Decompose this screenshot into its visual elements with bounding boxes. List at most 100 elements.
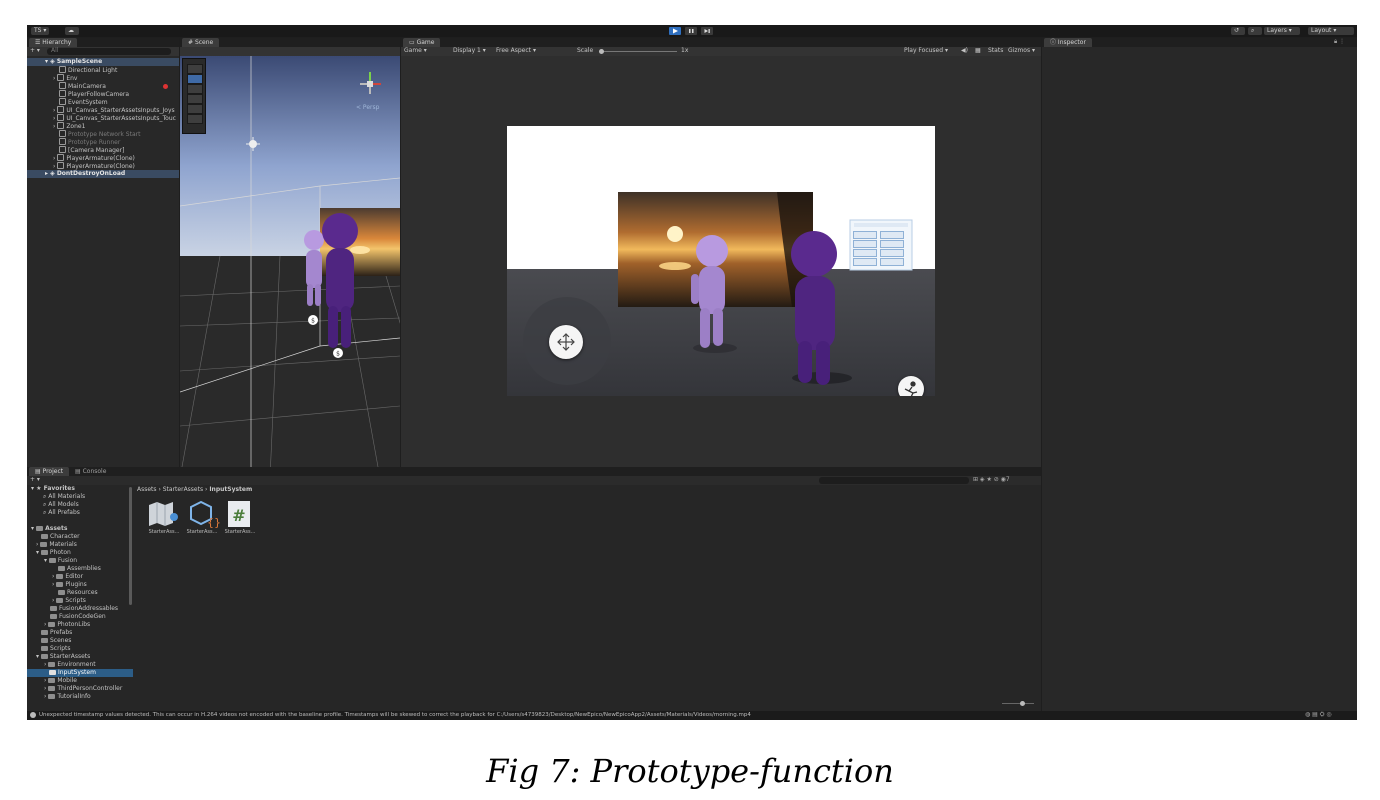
perspective-label[interactable]: < Persp: [356, 104, 379, 112]
add-icon[interactable]: + ▾: [30, 47, 40, 55]
tab-scene[interactable]: # Scene: [182, 38, 220, 47]
hand-tool-icon[interactable]: [187, 64, 203, 74]
folder-item[interactable]: Scripts: [41, 645, 71, 653]
transform-tool-icon[interactable]: [187, 114, 203, 124]
ui-menu-button[interactable]: [853, 249, 877, 257]
breadcrumb-item[interactable]: Assets: [137, 486, 157, 493]
hierarchy-item[interactable]: EventSystem: [27, 98, 179, 106]
step-button[interactable]: [701, 27, 713, 35]
ui-menu-button[interactable]: [880, 249, 904, 257]
dont-destroy-root[interactable]: ▸ ◈ DontDestroyOnLoad: [27, 170, 179, 178]
create-icon[interactable]: + ▾: [30, 476, 40, 484]
favorite-item[interactable]: ⌕ All Models: [43, 501, 79, 509]
folder-item[interactable]: Resources: [58, 589, 98, 597]
play-focused-dropdown[interactable]: Play Focused ▾: [904, 47, 948, 55]
icon-size-slider-thumb[interactable]: [1020, 701, 1025, 706]
folder-item[interactable]: › ThirdPersonController: [44, 685, 122, 693]
favorites-header[interactable]: ▾ ★ Favorites: [31, 485, 75, 493]
scale-slider-thumb[interactable]: [599, 49, 604, 54]
ui-menu-button[interactable]: [880, 258, 904, 266]
tree-scrollbar[interactable]: [129, 487, 132, 605]
hierarchy-item[interactable]: › UI_Canvas_StarterAssetsInputs_Joys: [27, 106, 179, 114]
asset-item[interactable]: StarterAss...: [145, 499, 183, 535]
move-tool-icon[interactable]: [187, 74, 203, 84]
scene-root[interactable]: ▾ ◈ SampleScene: [27, 58, 179, 66]
favorite-item[interactable]: ⌕ All Prefabs: [43, 509, 80, 517]
folder-item[interactable]: › Editor: [52, 573, 83, 581]
folder-item[interactable]: › Scripts: [52, 597, 86, 605]
ui-menu-button[interactable]: [880, 240, 904, 248]
game-viewport[interactable]: [507, 126, 935, 396]
tab-hierarchy[interactable]: ☰ Hierarchy: [29, 38, 78, 47]
hierarchy-item[interactable]: [Camera Manager]: [27, 146, 179, 154]
scale-slider[interactable]: [599, 49, 677, 54]
folder-item-selected[interactable]: InputSystem: [27, 669, 133, 677]
display-dropdown[interactable]: Display 1 ▾: [453, 47, 486, 55]
ui-menu-button[interactable]: [853, 240, 877, 248]
ui-menu-button[interactable]: [853, 231, 877, 239]
folder-item[interactable]: › TutorialInfo: [44, 693, 91, 701]
mute-audio-icon[interactable]: ◀): [961, 47, 968, 55]
move-joystick-button[interactable]: [549, 325, 583, 359]
icon-size-slider[interactable]: [1002, 701, 1034, 706]
layout-dropdown[interactable]: Layout ▾: [1308, 27, 1354, 35]
hierarchy-item[interactable]: › PlayerArmature(Clone): [27, 162, 179, 170]
folder-item[interactable]: Character: [41, 533, 80, 541]
folder-item[interactable]: › Plugins: [52, 581, 87, 589]
folder-item[interactable]: ▾ StarterAssets: [36, 653, 90, 661]
jump-button[interactable]: [898, 376, 924, 396]
status-message[interactable]: Unexpected timestamp values detected. Th…: [39, 711, 751, 719]
folder-item[interactable]: ▾ Fusion: [44, 557, 77, 565]
ui-menu-button[interactable]: [880, 231, 904, 239]
hierarchy-item[interactable]: Prototype Runner: [27, 138, 179, 146]
hierarchy-item[interactable]: › Env: [27, 74, 179, 82]
ui-menu-button[interactable]: [853, 258, 877, 266]
pause-button[interactable]: [685, 27, 697, 35]
play-button[interactable]: [669, 27, 681, 35]
scale-tool-icon[interactable]: [187, 94, 203, 104]
hierarchy-item[interactable]: › PlayerArmature(Clone): [27, 154, 179, 162]
tab-project[interactable]: ▤ Project: [29, 467, 70, 476]
layers-dropdown[interactable]: Layers ▾: [1264, 27, 1300, 35]
hierarchy-item[interactable]: PlayerFollowCamera: [27, 90, 179, 98]
hierarchy-item[interactable]: › Zone1: [27, 122, 179, 130]
lock-icon[interactable]: 🔒︎ ⋮: [1334, 38, 1345, 46]
shortcuts-icon[interactable]: ▦: [975, 47, 981, 55]
folder-item[interactable]: Prefabs: [41, 629, 72, 637]
display-mode-dropdown[interactable]: Game ▾: [404, 47, 427, 55]
hierarchy-search-input[interactable]: All: [47, 47, 171, 55]
assets-header[interactable]: ▾ Assets: [31, 525, 67, 533]
search-icon[interactable]: ⌕: [1248, 27, 1262, 35]
folder-item[interactable]: › Environment: [44, 661, 96, 669]
hierarchy-item[interactable]: Directional Light: [27, 66, 179, 74]
cloud-icon[interactable]: ☁: [65, 27, 79, 35]
folder-item[interactable]: Assemblies: [58, 565, 101, 573]
hierarchy-item[interactable]: MainCamera: [27, 82, 179, 90]
project-filter-icons[interactable]: ⊞ ◈ ★ ⊘ ◉7: [973, 476, 1010, 484]
breadcrumb-item[interactable]: InputSystem: [209, 486, 252, 493]
folder-item[interactable]: ▾ Photon: [36, 549, 71, 557]
aspect-dropdown[interactable]: Free Aspect ▾: [496, 47, 536, 55]
project-search-input[interactable]: [819, 477, 969, 484]
tab-game[interactable]: ▭ Game: [403, 38, 441, 47]
breadcrumb-item[interactable]: StarterAssets: [163, 486, 203, 493]
rotate-tool-icon[interactable]: [187, 84, 203, 94]
favorite-item[interactable]: ⌕ All Materials: [43, 493, 85, 501]
hierarchy-item[interactable]: Prototype Network Start: [27, 130, 179, 138]
rect-tool-icon[interactable]: [187, 104, 203, 114]
account-dropdown[interactable]: TS ▾: [31, 27, 50, 35]
asset-item[interactable]: # StarterAss...: [221, 499, 259, 535]
asset-item[interactable]: {} StarterAss...: [183, 499, 221, 535]
folder-item[interactable]: FusionAddressables: [50, 605, 118, 613]
folder-item[interactable]: Scenes: [41, 637, 71, 645]
folder-item[interactable]: › PhotonLibs: [44, 621, 90, 629]
folder-item[interactable]: › Materials: [36, 541, 77, 549]
history-icon[interactable]: ↺: [1231, 27, 1245, 35]
folder-item[interactable]: › Mobile: [44, 677, 77, 685]
folder-item[interactable]: FusionCodeGen: [50, 613, 106, 621]
tab-inspector[interactable]: ⓘ Inspector: [1044, 38, 1092, 47]
hierarchy-item[interactable]: › UI_Canvas_StarterAssetsInputs_Touc: [27, 114, 179, 122]
tab-console[interactable]: ▤ Console: [69, 467, 112, 476]
status-icons[interactable]: ◍ ▤ ⛭ ◎: [1305, 711, 1332, 719]
stats-button[interactable]: Stats: [988, 47, 1003, 55]
